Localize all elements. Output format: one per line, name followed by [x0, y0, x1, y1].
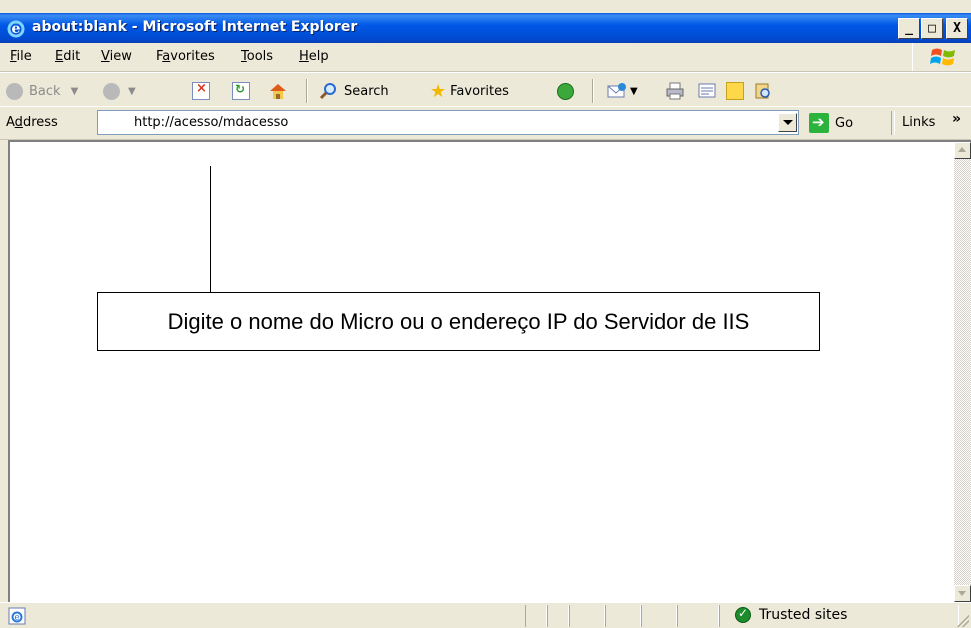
menu-help-rest: elp — [308, 49, 329, 64]
menu-help[interactable]: Help — [299, 49, 329, 64]
status-panel — [605, 605, 641, 627]
window-title: about:blank - Microsoft Internet Explore… — [32, 19, 358, 35]
stop-button[interactable]: × — [192, 80, 210, 102]
print-icon — [666, 82, 684, 100]
toolbar-separator — [592, 79, 594, 103]
page-content[interactable] — [8, 140, 971, 602]
menu-view[interactable]: View — [101, 49, 132, 64]
status-panel — [547, 605, 569, 627]
menu-edit[interactable]: Edit — [55, 49, 80, 64]
annotation-callout: Digite o nome do Micro ou o endereço IP … — [97, 292, 820, 351]
address-label-key: d — [14, 115, 23, 130]
status-panel — [569, 605, 605, 627]
edit-button[interactable] — [697, 80, 717, 102]
menu-edit-key: E — [55, 49, 64, 64]
internet-explorer-icon: e — [7, 20, 25, 38]
mail-button[interactable]: ▼ — [606, 80, 638, 102]
scroll-up-button[interactable] — [954, 142, 971, 159]
go-button[interactable]: Go — [809, 111, 853, 135]
address-input[interactable]: http://acesso/mdacesso — [97, 110, 799, 135]
back-button[interactable]: Back ▼ — [6, 80, 78, 102]
vertical-scrollbar[interactable] — [954, 142, 971, 602]
title-bar[interactable]: e about:blank - Microsoft Internet Explo… — [0, 13, 971, 43]
links-chevron-icon[interactable]: » — [952, 111, 961, 127]
menu-edit-rest: dit — [63, 49, 81, 64]
menu-help-key: H — [299, 49, 309, 64]
links-separator — [891, 111, 895, 135]
menu-file-rest: ile — [16, 49, 32, 64]
home-button[interactable] — [268, 80, 288, 102]
forward-arrow-icon — [103, 82, 120, 100]
menu-view-rest: iew — [109, 49, 132, 64]
security-zone[interactable]: Trusted sites — [735, 606, 848, 623]
refresh-button[interactable]: ↻ — [232, 80, 250, 102]
refresh-icon: ↻ — [232, 82, 250, 100]
status-panel — [525, 605, 547, 627]
browser-window: e about:blank - Microsoft Internet Explo… — [0, 0, 971, 628]
go-arrow-icon — [809, 113, 829, 133]
mail-icon — [607, 83, 626, 98]
windows-logo — [912, 43, 971, 71]
history-icon — [557, 82, 574, 100]
menu-tools-rest: ools — [246, 49, 274, 64]
menu-view-key: V — [101, 49, 110, 64]
maximize-button[interactable]: □ — [921, 18, 943, 39]
stop-icon: × — [192, 81, 210, 100]
menu-favorites-rest: vorites — [170, 49, 215, 64]
favorites-button[interactable]: ★ Favorites — [430, 80, 509, 102]
trusted-check-icon — [735, 606, 751, 623]
print-button[interactable] — [665, 80, 685, 102]
search-button[interactable]: Search — [318, 80, 389, 102]
links-toolbar[interactable]: Links — [902, 115, 935, 130]
status-panel — [641, 605, 677, 627]
back-label: Back — [29, 83, 61, 99]
forward-dropdown-icon: ▼ — [128, 85, 136, 97]
windows-flag-icon — [930, 48, 955, 66]
menu-favorites[interactable]: Favorites — [156, 49, 215, 64]
research-icon — [755, 83, 770, 99]
favorites-label: Favorites — [450, 83, 509, 99]
page-status-icon: e — [8, 607, 26, 625]
back-dropdown-icon: ▼ — [70, 85, 79, 97]
menu-file[interactable]: File — [10, 49, 32, 64]
menu-tools[interactable]: Tools — [241, 49, 273, 64]
status-bar: e Trusted sites — [0, 602, 971, 628]
search-icon — [319, 83, 336, 100]
status-panel — [677, 605, 719, 627]
favorites-star-icon: ★ — [430, 80, 447, 102]
minimize-button[interactable]: _ — [898, 18, 920, 39]
history-button[interactable] — [557, 80, 574, 102]
address-bar: Address http://acesso/mdacesso Go Links … — [0, 106, 971, 140]
resize-grip[interactable] — [957, 615, 969, 627]
discuss-button[interactable] — [726, 80, 744, 102]
security-zone-label: Trusted sites — [759, 607, 848, 623]
note-icon — [726, 82, 744, 100]
address-label: Address — [6, 115, 58, 130]
toolbar-separator — [306, 79, 308, 103]
address-dropdown-button[interactable] — [778, 113, 797, 132]
edit-page-icon — [698, 83, 716, 98]
back-arrow-icon — [6, 82, 23, 100]
go-label: Go — [835, 115, 854, 131]
forward-button[interactable]: ▼ — [103, 80, 136, 102]
menu-bar: File Edit View Favorites Tools Help — [0, 43, 971, 72]
research-button[interactable] — [753, 80, 773, 102]
mail-dropdown-icon: ▼ — [630, 85, 638, 97]
standard-toolbar: Back ▼ ▼ × ↻ Search ★ Favorites ▼ — [0, 72, 971, 108]
address-label-rest: dress — [22, 115, 58, 130]
scroll-down-button[interactable] — [954, 585, 971, 602]
address-url: http://acesso/mdacesso — [134, 115, 289, 130]
callout-pointer-line — [210, 166, 211, 292]
close-button[interactable]: X — [946, 18, 968, 39]
home-icon — [270, 84, 286, 99]
svg-text:e: e — [12, 21, 21, 37]
address-label-pre: A — [6, 115, 15, 130]
search-label: Search — [344, 83, 389, 99]
svg-text:e: e — [14, 613, 19, 623]
